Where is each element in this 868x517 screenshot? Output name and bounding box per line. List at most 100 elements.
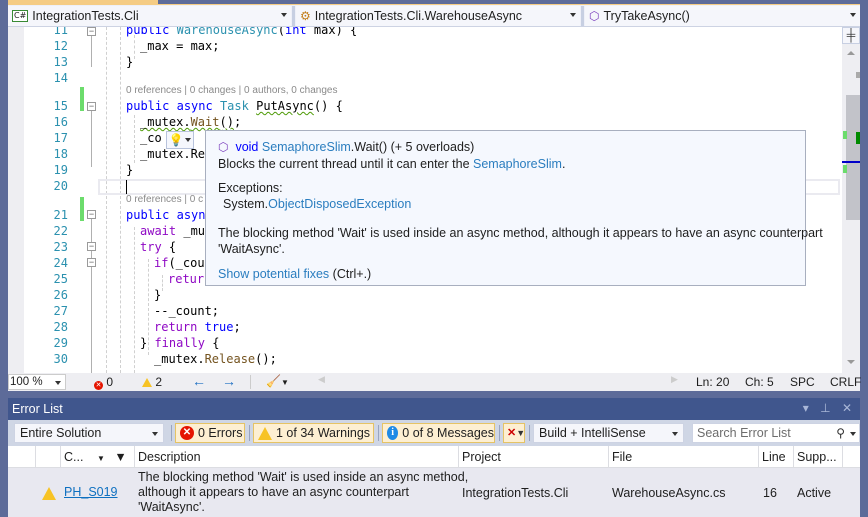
sort-chevron-icon[interactable]: ▼ [97,454,105,463]
window-controls[interactable]: ▾ ⊥ ✕ [803,401,856,415]
close-icon[interactable]: ✕ [842,401,856,415]
navigation-bar: C# IntegrationTests.Cli ⚙ IntegrationTes… [8,5,860,27]
dropdown-icon[interactable]: ▾ [803,401,813,415]
scroll-left-icon[interactable]: ◀ [318,374,325,385]
scroll-up-arrow-icon[interactable] [847,51,855,55]
filter-icon[interactable]: ▼ [114,450,126,464]
broom-icon: 🧹 [266,374,281,388]
column-separator [842,446,843,468]
code-line: 12 _max = max; [8,38,842,54]
signature-type-link[interactable]: SemaphoreSlim [262,140,351,154]
line-number: 30 [53,352,68,366]
error-count[interactable]: ✕ 0 [94,375,113,390]
code-line: 30 _mutex.Release(); [8,351,842,367]
project-dropdown[interactable]: C# IntegrationTests.Cli [8,6,291,26]
summary-text: Blocks the current thread until it can e… [218,157,473,171]
chevron-down-icon: ▼ [280,378,289,387]
split-window-icon[interactable]: ╪ [842,27,860,44]
scope-dropdown[interactable]: Entire Solution [14,423,164,443]
code-text: --_count; [154,304,220,318]
line-number: 20 [53,179,68,193]
code-line: 27 --_count; [8,303,842,319]
line-number: 23 [53,240,68,254]
scope-value: Entire Solution [20,426,102,440]
scroll-right-icon[interactable]: ▶ [671,374,678,385]
table-row[interactable]: PH_S019 The blocking method 'Wait' is us… [8,468,860,517]
toolbar-separator [249,425,250,441]
zoom-level-dropdown[interactable]: 100 % [8,374,66,390]
show-potential-fixes-link[interactable]: Show potential fixes [218,267,329,281]
description-text: although it appears to have an async cou… [138,485,410,499]
code-cleanup-button[interactable]: 🧹▼ [266,374,289,388]
nav-separator [292,6,295,26]
summary-type-link[interactable]: SemaphoreSlim [473,157,562,171]
column-suppression[interactable]: Supp... [797,450,837,464]
quick-actions-lightbulb[interactable]: 💡 [166,131,194,149]
column-separator [458,446,459,468]
analyzer-message-cont: 'WaitAsync'. [218,242,285,256]
spacing-indicator[interactable]: SPC [790,375,815,389]
line-number: 19 [53,163,68,177]
code-line: 15 public async Task PutAsync() { [8,98,842,114]
line-number: 21 [53,208,68,222]
line-ending-indicator[interactable]: CRLF [830,375,861,389]
line-number: 24 [53,256,68,270]
tooltip-signature: ⬡ void SemaphoreSlim.Wait() (+ 5 overloa… [218,140,474,154]
chevron-down-icon[interactable] [850,432,856,436]
exception-type-link[interactable]: ObjectDisposedException [268,197,411,211]
column-file[interactable]: File [612,450,632,464]
quick-info-tooltip: ⬡ void SemaphoreSlim.Wait() (+ 5 overloa… [205,130,823,286]
line-indicator: Ln: 20 [696,375,730,389]
code-line: 16 _mutex.Wait(); [8,114,842,130]
scroll-thumb[interactable] [846,95,860,220]
messages-filter-toggle[interactable]: i 0 of 8 Messages [382,423,495,443]
member-dropdown[interactable]: ⬡ TryTakeAsync() [585,6,860,26]
errors-filter-toggle[interactable]: ✕ 0 Errors [175,423,245,443]
chevron-down-icon [281,13,287,17]
line-number: 27 [53,304,68,318]
source-value: Build + IntelliSense [539,426,646,440]
column-separator [758,446,759,468]
caret-position-marker [842,161,860,163]
method-icon: ⬡ [589,9,600,23]
navigate-back-button[interactable]: ← [192,373,206,389]
code-line: 26 } [8,287,842,303]
line-cell: 16 [763,486,777,500]
search-error-list-input[interactable]: Search Error List ⚲ [692,423,860,443]
warning-icon [142,378,152,387]
error-code-link[interactable]: PH_S019 [64,485,118,499]
toolbar-separator [499,425,500,441]
navigate-forward-button[interactable]: → [222,373,236,389]
toolbar-separator [529,425,530,441]
clear-filter-button[interactable]: ✕▼ [503,423,525,443]
warnings-filter-toggle[interactable]: 1 of 34 Warnings [253,423,374,443]
column-line[interactable]: Line [762,450,786,464]
code-line: 13 } [8,54,842,70]
codelens-info[interactable]: 0 references | 0 changes | 0 authors, 0 … [126,84,337,98]
warning-count-value: 2 [155,375,163,389]
column-separator [793,446,794,468]
source-dropdown[interactable]: Build + IntelliSense [533,423,684,443]
method-icon: ⬡ [218,140,229,154]
analyzer-message: The blocking method 'Wait' is used insid… [218,226,823,240]
pin-icon[interactable]: ⊥ [820,401,834,415]
scroll-down-arrow-icon[interactable] [847,360,855,364]
warning-count[interactable]: 2 [142,375,162,389]
line-number: 14 [53,71,68,85]
vertical-scrollbar[interactable]: ╪ [842,27,860,373]
codelens-info[interactable]: 0 references | 0 c [126,193,203,207]
type-dropdown[interactable]: ⚙ IntegrationTests.Cli.WarehouseAsync [296,6,580,26]
search-icon[interactable]: ⚲ [836,424,845,442]
line-number: 12 [53,39,68,53]
show-fixes-row: Show potential fixes (Ctrl+.) [218,267,371,281]
column-description[interactable]: Description [138,450,201,464]
member-name: TryTakeAsync() [603,9,690,23]
window-frame-right [860,0,868,517]
column-separator [134,446,135,468]
shortcut-hint: (Ctrl+.) [329,267,372,281]
column-project[interactable]: Project [462,450,501,464]
column-code[interactable]: C... ▼ ▼ [64,450,127,464]
error-list-title: Error List [12,402,63,416]
visual-studio-window: C# IntegrationTests.Cli ⚙ IntegrationTes… [0,0,868,517]
code-text: } [126,55,134,69]
